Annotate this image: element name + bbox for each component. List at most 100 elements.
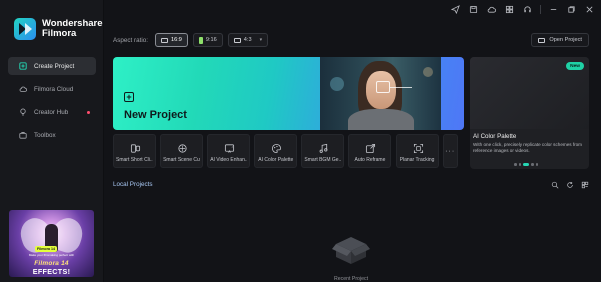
more-tools-button[interactable]: ···: [442, 134, 458, 168]
chevron-down-icon: ▾: [259, 37, 263, 43]
tools-row: Smart Short Cli... Smart Scene Cut AI Vi…: [113, 134, 458, 168]
carousel-dot[interactable]: [535, 163, 538, 166]
portrait-icon: [198, 36, 203, 44]
promo-small-text: Make your filmmaking perfect with: [28, 253, 75, 257]
title-bar-separator: [540, 5, 541, 14]
toolbox-icon: [19, 131, 27, 139]
grid-icon[interactable]: [504, 4, 515, 15]
face-tracking-box: [376, 81, 390, 93]
sidebar-item-toolbox[interactable]: Toolbox: [8, 126, 96, 144]
tool-smart-bgm-generation[interactable]: Smart BGM Ge...: [301, 134, 345, 168]
sidebar-item-label: Creator Hub: [34, 108, 69, 116]
aspect-option-label: 4:3: [243, 37, 252, 43]
sidebar-item-creator-hub[interactable]: Creator Hub: [8, 103, 96, 121]
carousel-dot-active[interactable]: [523, 163, 529, 166]
plus-icon: +: [124, 92, 134, 102]
open-project-label: Open Project: [549, 37, 582, 43]
notification-dot: [87, 111, 90, 114]
open-project-button[interactable]: Open Project: [531, 33, 589, 47]
tool-label: Smart Short Cli...: [116, 157, 153, 163]
sidebar-item-label: Toolbox: [34, 131, 56, 139]
tool-smart-scene-cut[interactable]: Smart Scene Cut: [160, 134, 204, 168]
sidebar: Wondershare Filmora Create Project Filmo…: [0, 0, 104, 282]
cloud-upload-icon[interactable]: [486, 4, 497, 15]
refresh-icon[interactable]: [565, 180, 574, 189]
carousel-dot[interactable]: [514, 163, 517, 166]
tool-planar-tracking[interactable]: Planar Tracking: [395, 134, 439, 168]
save-icon[interactable]: [468, 4, 479, 15]
restore-icon[interactable]: [566, 4, 577, 15]
tracking-icon: [413, 141, 424, 154]
tool-smart-short-clips[interactable]: Smart Short Cli...: [113, 134, 156, 168]
sidebar-item-create-project[interactable]: Create Project: [8, 57, 96, 75]
aspect-option-label: 16:9: [171, 37, 182, 43]
aspect-ratio-row: Aspect ratio: 16:9 9:16 4:3 ▾: [113, 33, 273, 47]
folder-icon: [538, 37, 546, 43]
local-projects-actions: [544, 180, 589, 189]
promo-title: Filmora 14: [34, 260, 69, 267]
promo-subtitle: EFFECTS!: [32, 267, 71, 276]
headset-icon[interactable]: [522, 4, 533, 15]
app-logo: Wondershare Filmora: [14, 18, 103, 40]
scene-cut-icon: [177, 141, 188, 153]
empty-box-icon: [330, 232, 372, 266]
color-palette-icon: [271, 141, 282, 154]
new-project-title: New Project: [124, 109, 187, 121]
landscape-icon: [233, 37, 241, 43]
new-project-image: [320, 57, 441, 130]
music-icon: [318, 141, 329, 153]
minimize-icon[interactable]: [548, 4, 559, 15]
smart-short-clips-icon: [130, 141, 141, 153]
feature-card[interactable]: New AI Color Palette With one click, pre…: [470, 57, 589, 169]
aspect-16-9-button[interactable]: 16:9: [155, 33, 188, 47]
tool-auto-reframe[interactable]: Auto Reframe: [348, 134, 392, 168]
local-projects-title: Local Projects: [113, 181, 153, 188]
feature-card-title: AI Color Palette: [473, 133, 517, 140]
new-project-card[interactable]: + New Project: [113, 57, 464, 130]
bokeh-light: [330, 77, 344, 91]
promo-banner[interactable]: Filmora 14 Make your filmmaking perfect …: [9, 210, 94, 277]
tool-ai-color-palette[interactable]: AI Color Palette: [254, 134, 298, 168]
promo-badge: Filmora 14: [35, 246, 57, 252]
aspect-ratio-label: Aspect ratio:: [113, 36, 148, 44]
sidebar-nav: Create Project Filmora Cloud Creator Hub: [8, 57, 96, 149]
sidebar-item-label: Filmora Cloud: [34, 85, 74, 93]
tool-label: AI Video Enhan...: [210, 157, 248, 163]
create-project-icon: [19, 62, 27, 70]
carousel-dot[interactable]: [531, 163, 534, 166]
landscape-icon: [161, 37, 168, 43]
cloud-icon: [19, 85, 27, 93]
title-bar: [104, 0, 601, 20]
reframe-icon: [365, 141, 376, 154]
empty-state-label: Recent Project: [333, 276, 369, 282]
app-name: Wondershare Filmora: [42, 19, 103, 39]
face-tracking-line: [390, 87, 412, 88]
aspect-option-label: 9:16: [205, 37, 217, 43]
send-icon[interactable]: [450, 4, 461, 15]
search-icon[interactable]: [550, 180, 559, 189]
carousel-dot[interactable]: [518, 163, 521, 166]
app-name-line2: Filmora: [42, 28, 77, 39]
tool-label: Planar Tracking: [399, 157, 435, 163]
person-body: [348, 109, 414, 130]
aspect-9-16-button[interactable]: 9:16: [192, 33, 223, 47]
tool-label: Smart Scene Cut: [163, 157, 201, 163]
bokeh-light: [423, 67, 433, 77]
tool-label: Auto Reframe: [354, 157, 386, 163]
video-enhancer-icon: [224, 141, 235, 153]
lightbulb-icon: [19, 108, 27, 116]
view-toggle-icon[interactable]: [580, 180, 589, 189]
title-bar-icons: [443, 4, 595, 15]
filmora-logo-icon: [14, 18, 36, 40]
feature-card-description: With one click, precisely replicate colo…: [473, 142, 583, 153]
close-icon[interactable]: [584, 4, 595, 15]
aspect-more-dropdown[interactable]: 4:3 ▾: [227, 33, 269, 47]
filmora-window: Wondershare Filmora Create Project Filmo…: [0, 0, 601, 282]
sidebar-item-filmora-cloud[interactable]: Filmora Cloud: [8, 80, 96, 98]
tool-ai-video-enhancer[interactable]: AI Video Enhan...: [207, 134, 251, 168]
sidebar-item-label: Create Project: [34, 62, 75, 70]
new-badge: New: [566, 62, 584, 70]
tool-label: Smart BGM Ge...: [304, 157, 342, 163]
carousel-dots[interactable]: [514, 163, 540, 166]
tool-label: AI Color Palette: [258, 157, 294, 163]
